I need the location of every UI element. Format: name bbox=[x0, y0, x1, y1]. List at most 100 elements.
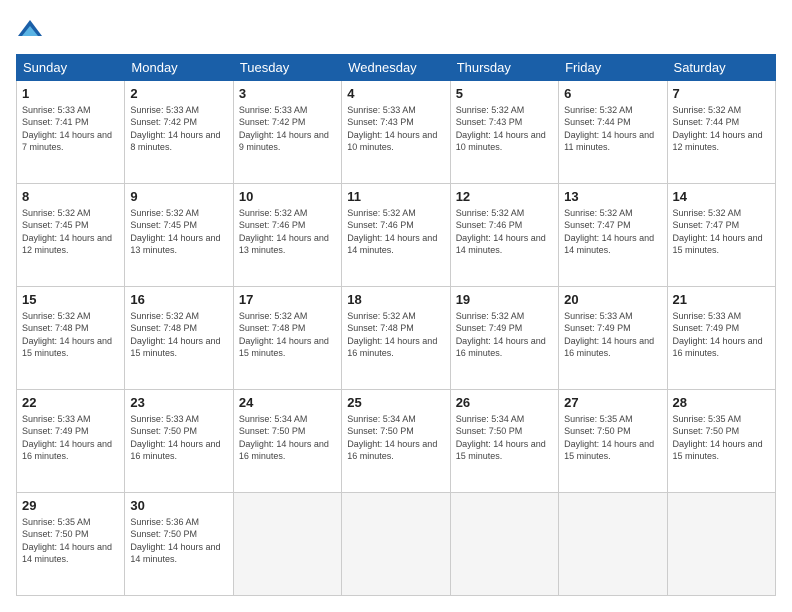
day-number: 5 bbox=[456, 85, 553, 103]
calendar-cell: 20Sunrise: 5:33 AMSunset: 7:49 PMDayligh… bbox=[559, 287, 667, 390]
logo-icon bbox=[16, 16, 44, 44]
calendar-cell: 6Sunrise: 5:32 AMSunset: 7:44 PMDaylight… bbox=[559, 81, 667, 184]
calendar-cell: 15Sunrise: 5:32 AMSunset: 7:48 PMDayligh… bbox=[17, 287, 125, 390]
calendar-cell: 28Sunrise: 5:35 AMSunset: 7:50 PMDayligh… bbox=[667, 390, 775, 493]
day-info: Sunrise: 5:32 AMSunset: 7:48 PMDaylight:… bbox=[22, 310, 119, 360]
day-number: 28 bbox=[673, 394, 770, 412]
calendar-header-saturday: Saturday bbox=[667, 55, 775, 81]
day-number: 13 bbox=[564, 188, 661, 206]
header bbox=[16, 16, 776, 44]
calendar-cell: 10Sunrise: 5:32 AMSunset: 7:46 PMDayligh… bbox=[233, 184, 341, 287]
day-number: 10 bbox=[239, 188, 336, 206]
day-info: Sunrise: 5:32 AMSunset: 7:49 PMDaylight:… bbox=[456, 310, 553, 360]
day-number: 11 bbox=[347, 188, 444, 206]
day-info: Sunrise: 5:35 AMSunset: 7:50 PMDaylight:… bbox=[564, 413, 661, 463]
calendar-cell: 7Sunrise: 5:32 AMSunset: 7:44 PMDaylight… bbox=[667, 81, 775, 184]
day-number: 17 bbox=[239, 291, 336, 309]
day-number: 19 bbox=[456, 291, 553, 309]
calendar-cell: 9Sunrise: 5:32 AMSunset: 7:45 PMDaylight… bbox=[125, 184, 233, 287]
day-number: 15 bbox=[22, 291, 119, 309]
calendar-header-friday: Friday bbox=[559, 55, 667, 81]
calendar-cell: 3Sunrise: 5:33 AMSunset: 7:42 PMDaylight… bbox=[233, 81, 341, 184]
day-number: 8 bbox=[22, 188, 119, 206]
day-number: 4 bbox=[347, 85, 444, 103]
day-info: Sunrise: 5:33 AMSunset: 7:49 PMDaylight:… bbox=[22, 413, 119, 463]
day-info: Sunrise: 5:34 AMSunset: 7:50 PMDaylight:… bbox=[239, 413, 336, 463]
calendar-cell bbox=[342, 493, 450, 596]
day-number: 26 bbox=[456, 394, 553, 412]
calendar-cell: 4Sunrise: 5:33 AMSunset: 7:43 PMDaylight… bbox=[342, 81, 450, 184]
calendar-cell bbox=[667, 493, 775, 596]
day-number: 7 bbox=[673, 85, 770, 103]
day-info: Sunrise: 5:35 AMSunset: 7:50 PMDaylight:… bbox=[22, 516, 119, 566]
day-number: 14 bbox=[673, 188, 770, 206]
day-info: Sunrise: 5:33 AMSunset: 7:41 PMDaylight:… bbox=[22, 104, 119, 154]
calendar-cell: 29Sunrise: 5:35 AMSunset: 7:50 PMDayligh… bbox=[17, 493, 125, 596]
day-info: Sunrise: 5:34 AMSunset: 7:50 PMDaylight:… bbox=[456, 413, 553, 463]
calendar-cell bbox=[233, 493, 341, 596]
day-number: 25 bbox=[347, 394, 444, 412]
page: SundayMondayTuesdayWednesdayThursdayFrid… bbox=[0, 0, 792, 612]
calendar-cell: 18Sunrise: 5:32 AMSunset: 7:48 PMDayligh… bbox=[342, 287, 450, 390]
day-number: 3 bbox=[239, 85, 336, 103]
calendar-cell: 24Sunrise: 5:34 AMSunset: 7:50 PMDayligh… bbox=[233, 390, 341, 493]
calendar-cell: 27Sunrise: 5:35 AMSunset: 7:50 PMDayligh… bbox=[559, 390, 667, 493]
calendar-header-row: SundayMondayTuesdayWednesdayThursdayFrid… bbox=[17, 55, 776, 81]
calendar-cell: 11Sunrise: 5:32 AMSunset: 7:46 PMDayligh… bbox=[342, 184, 450, 287]
day-info: Sunrise: 5:34 AMSunset: 7:50 PMDaylight:… bbox=[347, 413, 444, 463]
calendar-cell: 17Sunrise: 5:32 AMSunset: 7:48 PMDayligh… bbox=[233, 287, 341, 390]
day-number: 12 bbox=[456, 188, 553, 206]
day-info: Sunrise: 5:32 AMSunset: 7:44 PMDaylight:… bbox=[564, 104, 661, 154]
logo bbox=[16, 16, 48, 44]
calendar-header-tuesday: Tuesday bbox=[233, 55, 341, 81]
week-row-4: 22Sunrise: 5:33 AMSunset: 7:49 PMDayligh… bbox=[17, 390, 776, 493]
calendar-header-thursday: Thursday bbox=[450, 55, 558, 81]
day-info: Sunrise: 5:32 AMSunset: 7:46 PMDaylight:… bbox=[347, 207, 444, 257]
calendar-cell: 25Sunrise: 5:34 AMSunset: 7:50 PMDayligh… bbox=[342, 390, 450, 493]
calendar-cell: 30Sunrise: 5:36 AMSunset: 7:50 PMDayligh… bbox=[125, 493, 233, 596]
calendar-table: SundayMondayTuesdayWednesdayThursdayFrid… bbox=[16, 54, 776, 596]
day-info: Sunrise: 5:33 AMSunset: 7:49 PMDaylight:… bbox=[673, 310, 770, 360]
day-info: Sunrise: 5:32 AMSunset: 7:45 PMDaylight:… bbox=[130, 207, 227, 257]
day-number: 29 bbox=[22, 497, 119, 515]
week-row-3: 15Sunrise: 5:32 AMSunset: 7:48 PMDayligh… bbox=[17, 287, 776, 390]
day-info: Sunrise: 5:33 AMSunset: 7:42 PMDaylight:… bbox=[239, 104, 336, 154]
day-info: Sunrise: 5:33 AMSunset: 7:43 PMDaylight:… bbox=[347, 104, 444, 154]
day-number: 1 bbox=[22, 85, 119, 103]
day-number: 23 bbox=[130, 394, 227, 412]
calendar-cell: 14Sunrise: 5:32 AMSunset: 7:47 PMDayligh… bbox=[667, 184, 775, 287]
week-row-2: 8Sunrise: 5:32 AMSunset: 7:45 PMDaylight… bbox=[17, 184, 776, 287]
day-number: 22 bbox=[22, 394, 119, 412]
day-info: Sunrise: 5:32 AMSunset: 7:47 PMDaylight:… bbox=[564, 207, 661, 257]
calendar-cell: 5Sunrise: 5:32 AMSunset: 7:43 PMDaylight… bbox=[450, 81, 558, 184]
calendar-cell: 16Sunrise: 5:32 AMSunset: 7:48 PMDayligh… bbox=[125, 287, 233, 390]
calendar-cell: 8Sunrise: 5:32 AMSunset: 7:45 PMDaylight… bbox=[17, 184, 125, 287]
calendar-cell: 1Sunrise: 5:33 AMSunset: 7:41 PMDaylight… bbox=[17, 81, 125, 184]
day-info: Sunrise: 5:33 AMSunset: 7:42 PMDaylight:… bbox=[130, 104, 227, 154]
calendar-cell bbox=[559, 493, 667, 596]
calendar-cell: 12Sunrise: 5:32 AMSunset: 7:46 PMDayligh… bbox=[450, 184, 558, 287]
day-number: 24 bbox=[239, 394, 336, 412]
day-info: Sunrise: 5:33 AMSunset: 7:49 PMDaylight:… bbox=[564, 310, 661, 360]
day-info: Sunrise: 5:36 AMSunset: 7:50 PMDaylight:… bbox=[130, 516, 227, 566]
day-number: 21 bbox=[673, 291, 770, 309]
day-number: 30 bbox=[130, 497, 227, 515]
calendar-cell: 19Sunrise: 5:32 AMSunset: 7:49 PMDayligh… bbox=[450, 287, 558, 390]
day-info: Sunrise: 5:33 AMSunset: 7:50 PMDaylight:… bbox=[130, 413, 227, 463]
calendar-cell: 26Sunrise: 5:34 AMSunset: 7:50 PMDayligh… bbox=[450, 390, 558, 493]
calendar-header-sunday: Sunday bbox=[17, 55, 125, 81]
day-info: Sunrise: 5:32 AMSunset: 7:43 PMDaylight:… bbox=[456, 104, 553, 154]
day-info: Sunrise: 5:32 AMSunset: 7:46 PMDaylight:… bbox=[239, 207, 336, 257]
day-number: 27 bbox=[564, 394, 661, 412]
day-number: 9 bbox=[130, 188, 227, 206]
day-number: 16 bbox=[130, 291, 227, 309]
day-info: Sunrise: 5:35 AMSunset: 7:50 PMDaylight:… bbox=[673, 413, 770, 463]
calendar-header-wednesday: Wednesday bbox=[342, 55, 450, 81]
calendar-header-monday: Monday bbox=[125, 55, 233, 81]
calendar-cell: 21Sunrise: 5:33 AMSunset: 7:49 PMDayligh… bbox=[667, 287, 775, 390]
day-info: Sunrise: 5:32 AMSunset: 7:44 PMDaylight:… bbox=[673, 104, 770, 154]
day-info: Sunrise: 5:32 AMSunset: 7:48 PMDaylight:… bbox=[130, 310, 227, 360]
day-info: Sunrise: 5:32 AMSunset: 7:45 PMDaylight:… bbox=[22, 207, 119, 257]
day-number: 6 bbox=[564, 85, 661, 103]
day-info: Sunrise: 5:32 AMSunset: 7:47 PMDaylight:… bbox=[673, 207, 770, 257]
